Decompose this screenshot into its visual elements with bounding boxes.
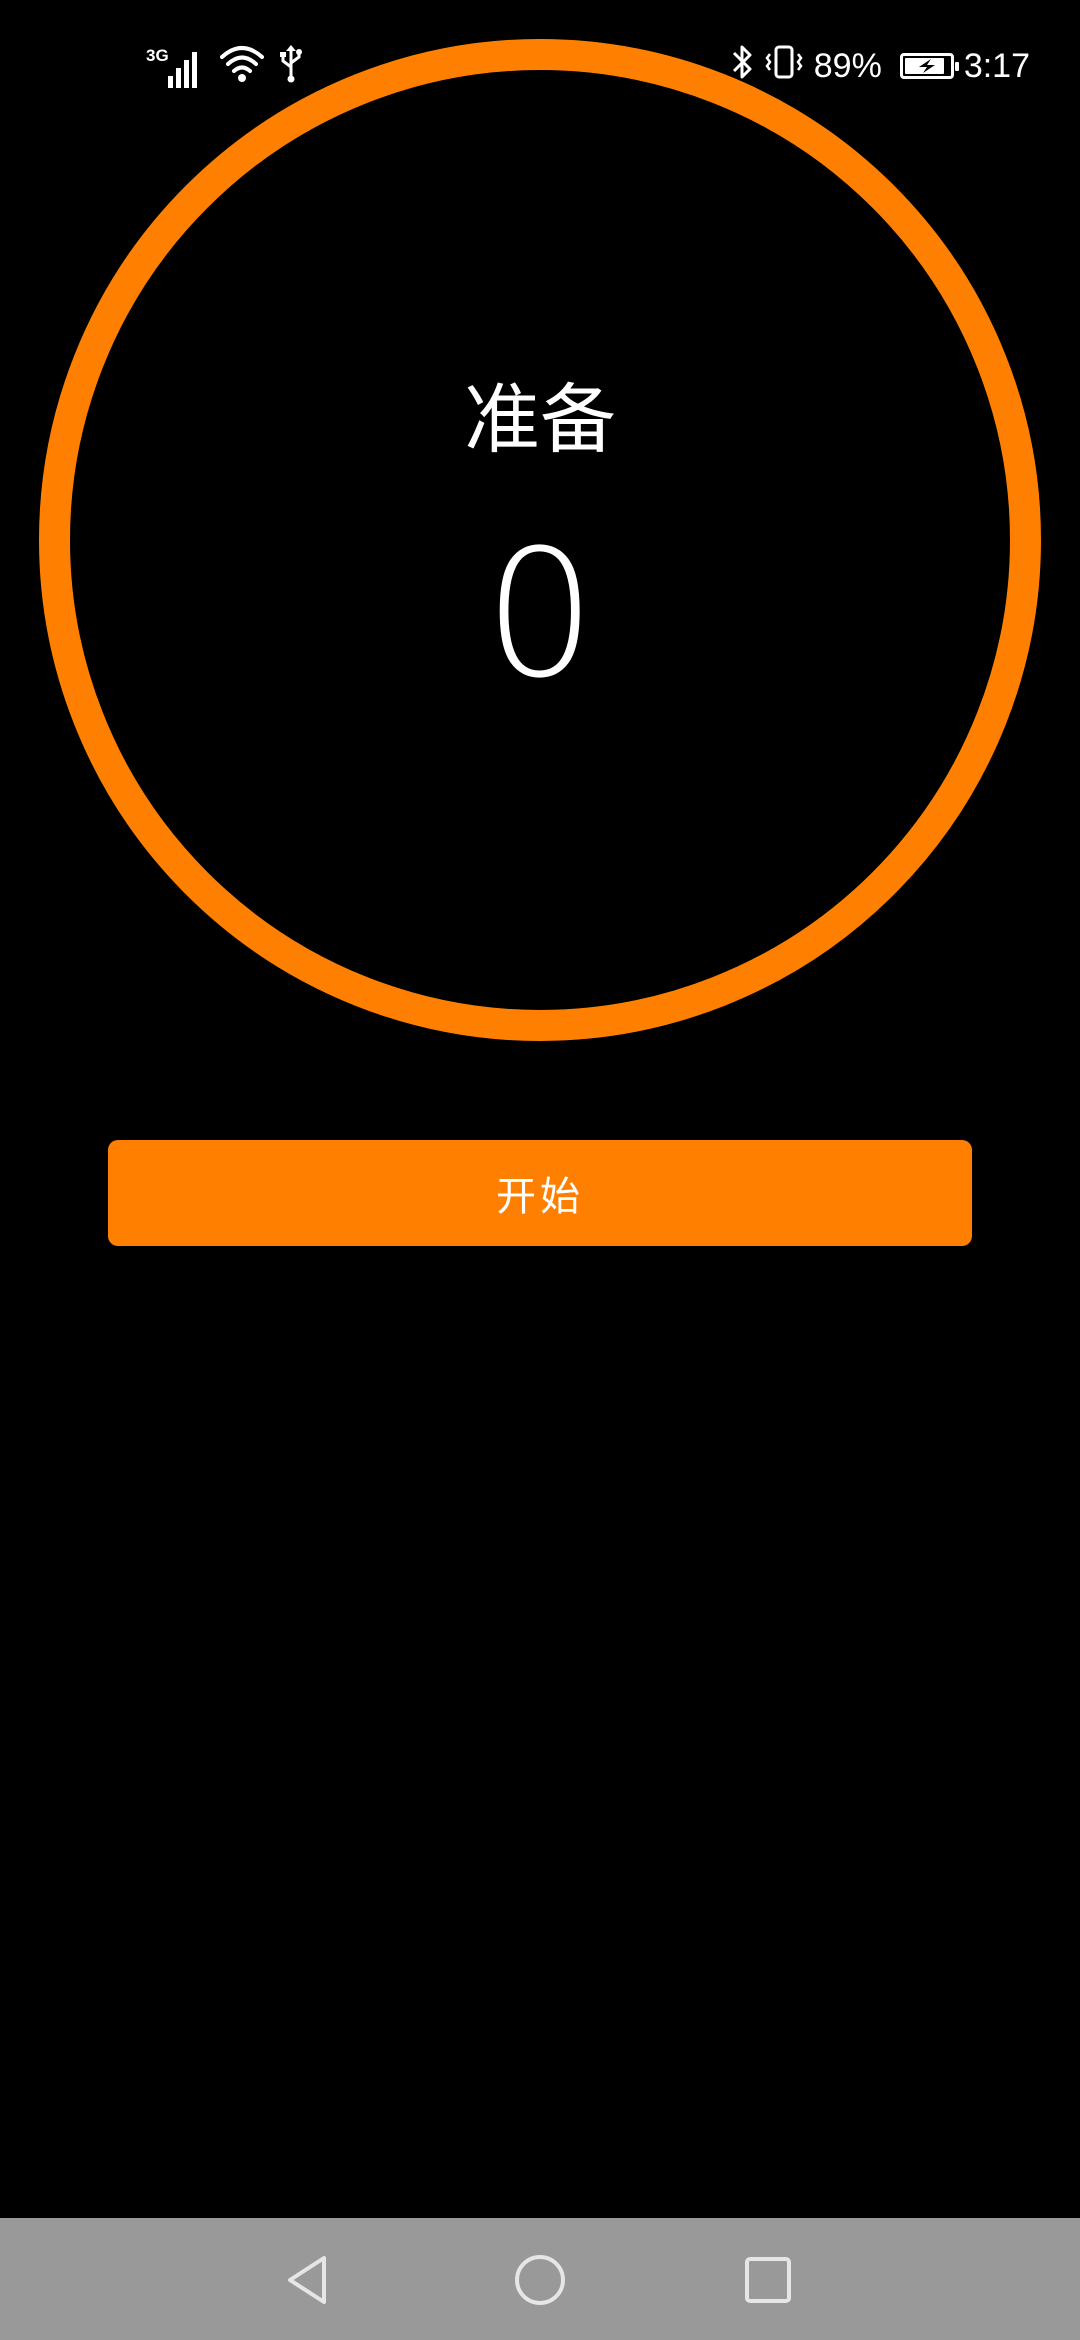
status-left: 3G — [146, 43, 304, 88]
timer-ring: 准备 0 — [39, 39, 1041, 1041]
status-bar: 3G 89% 3:17 — [0, 0, 1080, 135]
navigation-bar — [0, 2218, 1080, 2340]
start-button[interactable]: 开始 — [108, 1140, 972, 1246]
signal-icon: 3G — [146, 46, 206, 88]
screen: 3G 89% 3:17 准备 0 开始 — [0, 0, 1080, 2340]
timer-count: 0 — [484, 512, 596, 717]
wifi-icon — [220, 43, 264, 88]
usb-icon — [278, 43, 304, 88]
battery-charging-icon — [899, 53, 959, 79]
timer-state-label: 准备 — [464, 375, 616, 464]
vibrate-icon — [764, 42, 804, 91]
battery-percent: 89% — [813, 47, 882, 85]
back-icon[interactable] — [272, 2244, 344, 2316]
bluetooth-icon — [730, 42, 754, 91]
recents-icon[interactable] — [732, 2244, 804, 2316]
home-icon[interactable] — [504, 2244, 576, 2316]
clock-time: 3:17 — [963, 47, 1030, 85]
network-type-label: 3G — [146, 46, 169, 65]
status-right: 89% 3:17 — [730, 44, 1030, 88]
